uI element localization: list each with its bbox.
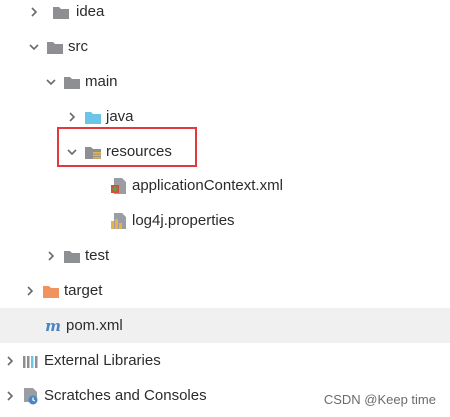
tree-item-label: pom.xml bbox=[66, 317, 123, 334]
source-folder-icon bbox=[84, 109, 102, 125]
tree-item-label: java bbox=[106, 108, 134, 125]
tree-item-idea[interactable]: idea bbox=[0, 0, 450, 29]
tree-item-test[interactable]: test bbox=[0, 238, 450, 273]
scratches-icon bbox=[22, 387, 40, 404]
excluded-folder-icon bbox=[42, 283, 60, 299]
highlight-box bbox=[57, 127, 197, 167]
tree-item-src[interactable]: src bbox=[0, 29, 450, 64]
tree-item-main[interactable]: main bbox=[0, 64, 450, 99]
maven-icon: m bbox=[45, 316, 61, 335]
chevron-right-icon[interactable] bbox=[22, 283, 38, 299]
tree-item-label: External Libraries bbox=[44, 352, 161, 369]
chevron-down-icon[interactable] bbox=[43, 74, 59, 90]
tree-item-target[interactable]: target bbox=[0, 273, 450, 308]
tree-item-label: src bbox=[68, 38, 88, 55]
watermark: CSDN @Keep time bbox=[323, 392, 436, 407]
tree-item-log4j[interactable]: log4j.properties bbox=[0, 203, 450, 238]
folder-icon bbox=[63, 74, 81, 90]
tree-item-label: test bbox=[85, 247, 110, 264]
chevron-down-icon[interactable] bbox=[26, 39, 42, 55]
folder-icon bbox=[63, 248, 81, 264]
chevron-right-icon[interactable] bbox=[26, 4, 42, 20]
tree-item-applicationcontext[interactable]: applicationContext.xml bbox=[0, 168, 450, 203]
tree-item-label: main bbox=[85, 73, 118, 90]
folder-icon bbox=[52, 4, 70, 20]
tree-item-label: idea bbox=[76, 3, 105, 20]
xml-file-icon bbox=[110, 177, 128, 194]
chevron-right-icon[interactable] bbox=[2, 388, 18, 404]
tree-item-label: applicationContext.xml bbox=[132, 177, 283, 194]
tree-item-label: Scratches and Consoles bbox=[44, 387, 207, 404]
tree-item-label: log4j.properties bbox=[132, 212, 235, 229]
chevron-right-icon[interactable] bbox=[64, 109, 80, 125]
properties-file-icon bbox=[110, 212, 128, 229]
tree-item-pom[interactable]: m pom.xml bbox=[0, 308, 450, 343]
chevron-right-icon[interactable] bbox=[2, 353, 18, 369]
tree-item-label: target bbox=[64, 282, 103, 299]
tree-item-external-libraries[interactable]: External Libraries bbox=[0, 343, 450, 378]
chevron-right-icon[interactable] bbox=[43, 248, 59, 264]
library-icon bbox=[22, 353, 40, 369]
folder-icon bbox=[46, 39, 64, 55]
